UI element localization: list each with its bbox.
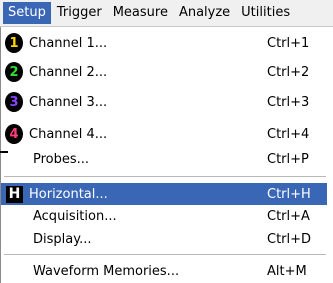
menu-item-channel-3[interactable]: 3 Channel 3... Ctrl+3 — [1, 91, 327, 113]
setup-dropdown-menu: 1 Channel 1... Ctrl+1 2 Channel 2... Ctr… — [0, 27, 333, 283]
channel-1-icon: 1 — [5, 33, 23, 53]
callout-pointer-line — [0, 151, 8, 153]
menu-item-label: Channel 2... — [29, 64, 108, 80]
menu-item-label: Channel 3... — [29, 94, 108, 110]
channel-3-icon: 3 — [5, 92, 23, 112]
menu-item-label: Channel 1... — [29, 35, 108, 51]
menu-item-label: Probes... — [33, 151, 90, 167]
menu-item-shortcut: Ctrl+P — [267, 151, 309, 167]
channel-4-icon: 4 — [5, 124, 23, 144]
menu-item-label: Waveform Memories... — [33, 263, 180, 279]
menu-item-channel-4[interactable]: 4 Channel 4... Ctrl+4 — [1, 123, 327, 145]
menu-item-shortcut: Ctrl+3 — [267, 94, 310, 110]
menu-separator — [4, 254, 326, 255]
channel-2-icon: 2 — [5, 62, 23, 82]
menu-setup[interactable]: Setup — [3, 2, 51, 24]
menu-trigger[interactable]: Trigger — [52, 2, 107, 24]
menu-item-shortcut: Ctrl+H — [267, 186, 311, 202]
menu-item-waveform-memories[interactable]: Waveform Memories... Alt+M — [1, 260, 327, 282]
menu-item-acquisition[interactable]: Acquisition... Ctrl+A — [1, 205, 327, 227]
menu-item-shortcut: Alt+M — [267, 263, 307, 279]
menu-item-channel-2[interactable]: 2 Channel 2... Ctrl+2 — [1, 61, 327, 83]
menu-analyze[interactable]: Analyze — [174, 2, 235, 24]
menu-utilities[interactable]: Utilities — [236, 2, 295, 24]
menu-item-label: Acquisition... — [33, 208, 117, 224]
menu-item-shortcut: Ctrl+2 — [267, 64, 310, 80]
menu-item-display[interactable]: Display... Ctrl+D — [1, 228, 327, 250]
menu-separator — [4, 176, 326, 177]
menu-measure[interactable]: Measure — [108, 2, 173, 24]
menu-bar: Setup Trigger Measure Analyze Utilities — [0, 0, 333, 27]
menu-item-label: Display... — [33, 231, 92, 247]
menu-item-shortcut: Ctrl+A — [267, 208, 310, 224]
menu-item-shortcut: Ctrl+1 — [267, 35, 310, 51]
menu-item-probes[interactable]: Probes... Ctrl+P — [1, 148, 327, 170]
menu-item-channel-1[interactable]: 1 Channel 1... Ctrl+1 — [1, 32, 327, 54]
menu-item-horizontal[interactable]: H Horizontal... Ctrl+H — [1, 183, 327, 205]
menu-item-label: Horizontal... — [29, 186, 108, 202]
horizontal-icon: H — [6, 185, 23, 203]
menu-item-shortcut: Ctrl+4 — [267, 126, 310, 142]
menu-item-shortcut: Ctrl+D — [267, 231, 312, 247]
menu-item-label: Channel 4... — [29, 126, 108, 142]
